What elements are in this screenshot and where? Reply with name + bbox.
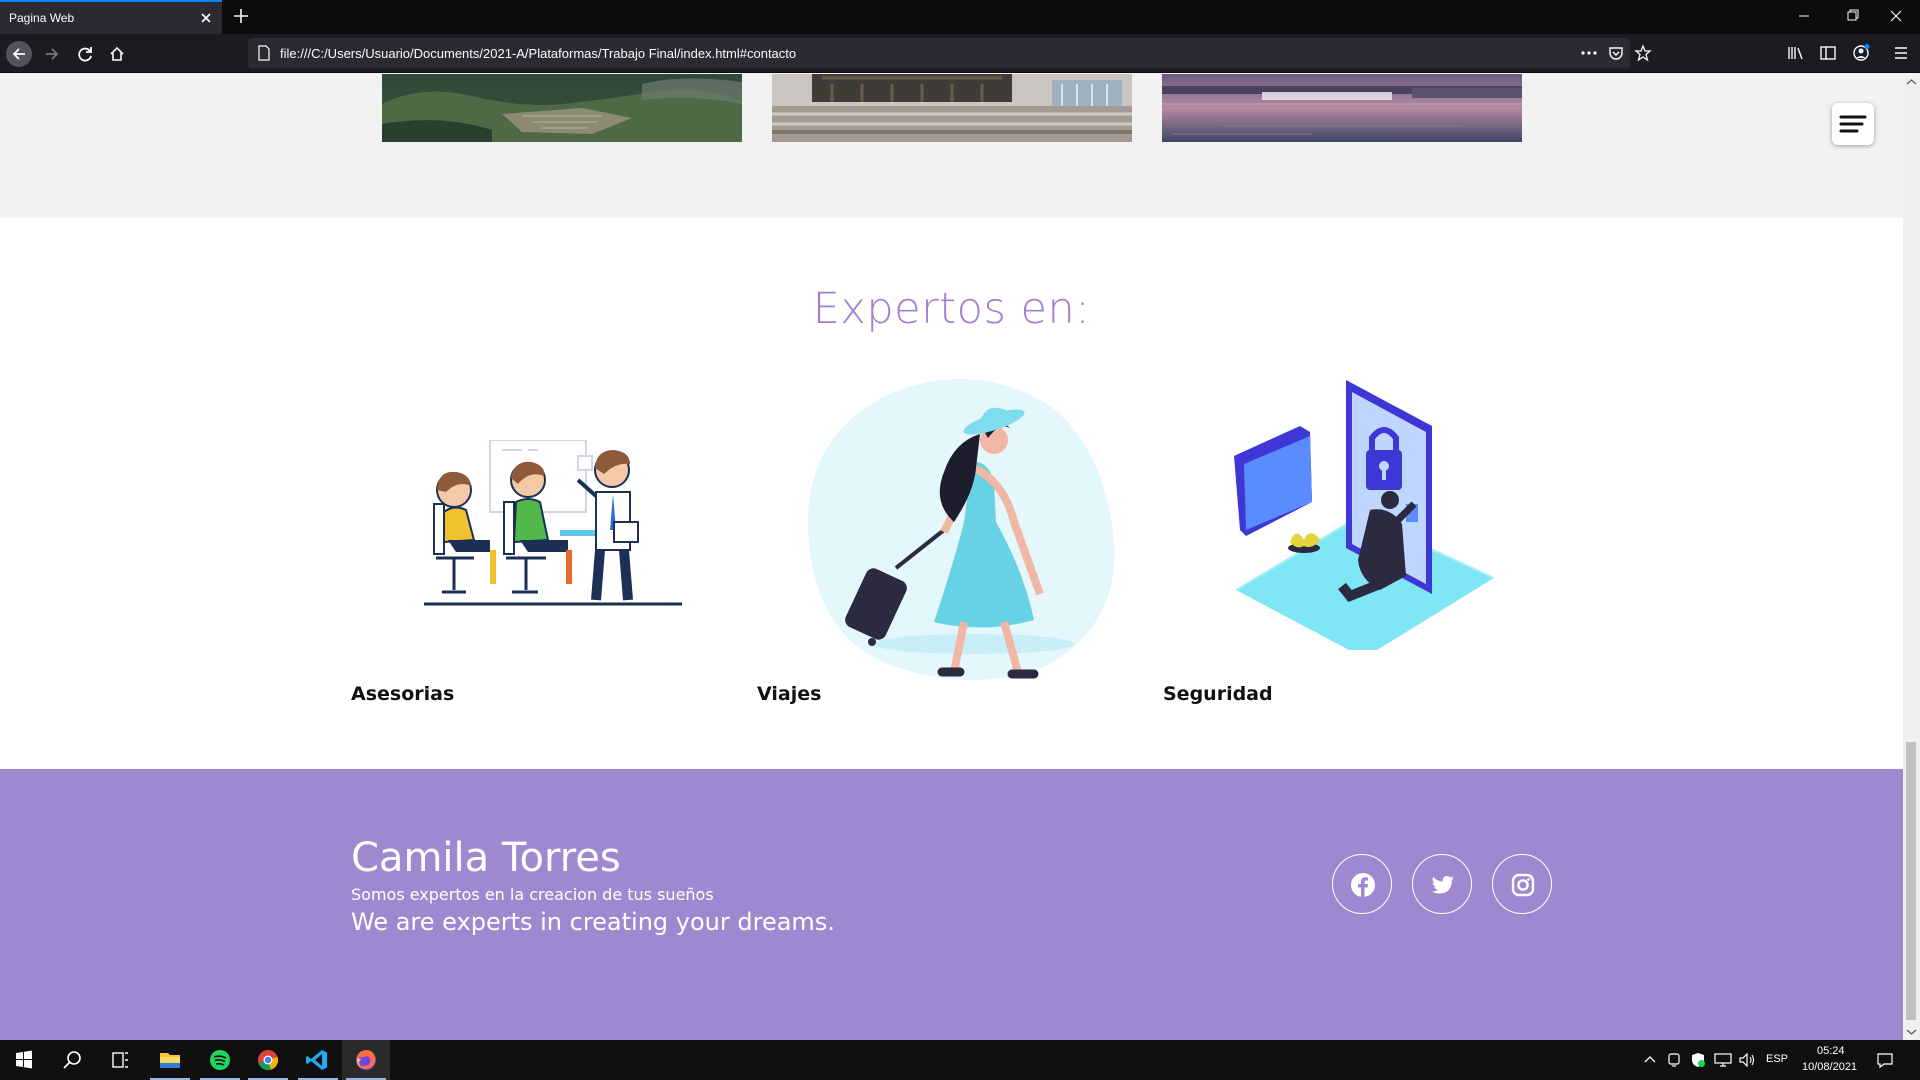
show-hidden-icons[interactable] — [1643, 1053, 1657, 1067]
menu-icon[interactable] — [1893, 45, 1909, 61]
minimize-window-icon[interactable] — [1786, 5, 1822, 27]
firefox-button[interactable] — [342, 1040, 390, 1080]
page-icon — [257, 45, 271, 61]
sidebar-icon[interactable] — [1819, 45, 1837, 61]
device-icon[interactable] — [1667, 1052, 1681, 1068]
instagram-button[interactable] — [1492, 854, 1552, 914]
notifications-icon[interactable] — [1876, 1051, 1894, 1069]
url-text[interactable]: file:///C:/Users/Usuario/Documents/2021-… — [280, 46, 796, 61]
bookmark-star-icon[interactable] — [1634, 44, 1652, 62]
mountain-ruins-photo — [382, 74, 742, 142]
clock-time[interactable]: 05:24 — [1817, 1045, 1845, 1057]
browser-tab[interactable]: Pagina Web — [0, 0, 222, 34]
traveler-illustration — [804, 372, 1118, 684]
footer-tagline-en: We are experts in creating your dreams. — [351, 908, 835, 936]
web-page: Expertos en: Asesorias Viajes Seguridad … — [0, 74, 1903, 1040]
library-icon[interactable] — [1787, 45, 1805, 61]
river-city-photo — [1162, 74, 1522, 142]
page-scrollbar[interactable] — [1903, 74, 1920, 1040]
security-shield-icon[interactable] — [1690, 1052, 1706, 1068]
menu-toggle-button[interactable] — [1832, 103, 1874, 145]
scroll-thumb[interactable] — [1906, 742, 1916, 1020]
destinations-gallery — [0, 74, 1903, 218]
meeting-illustration — [418, 440, 688, 626]
forward-button[interactable] — [39, 41, 65, 67]
address-bar[interactable]: file:///C:/Users/Usuario/Documents/2021-… — [248, 38, 1652, 68]
twitter-button[interactable] — [1412, 854, 1472, 914]
task-view-button[interactable] — [96, 1040, 144, 1080]
close-window-icon[interactable] — [1878, 5, 1914, 27]
navigation-toolbar: file:///C:/Users/Usuario/Documents/2021-… — [0, 34, 1920, 73]
facebook-icon — [1351, 873, 1375, 897]
restore-window-icon[interactable] — [1834, 5, 1870, 27]
pocket-icon[interactable] — [1608, 45, 1624, 61]
footer: Camila Torres Somos expertos en la creac… — [0, 769, 1903, 1040]
service-label-viajes: Viajes — [757, 683, 822, 705]
windows-taskbar: ESP 05:24 10/08/2021 — [0, 1040, 1920, 1080]
reload-button[interactable] — [72, 41, 98, 67]
search-button[interactable] — [48, 1040, 96, 1080]
clock-date[interactable]: 10/08/2021 — [1802, 1061, 1857, 1073]
spotify-button[interactable] — [196, 1040, 244, 1080]
back-button[interactable] — [6, 41, 32, 67]
security-illustration — [1230, 380, 1496, 650]
service-label-asesorias: Asesorias — [351, 683, 455, 705]
tab-bar: Pagina Web — [0, 0, 1920, 34]
footer-name: Camila Torres — [351, 835, 621, 881]
palace-photo — [772, 74, 1132, 142]
file-explorer-button[interactable] — [146, 1040, 194, 1080]
twitter-icon — [1432, 876, 1454, 894]
account-icon[interactable] — [1851, 43, 1871, 63]
input-language[interactable]: ESP — [1766, 1053, 1788, 1065]
network-icon[interactable] — [1714, 1052, 1732, 1068]
instagram-icon — [1511, 873, 1535, 897]
page-actions-icon[interactable] — [1580, 45, 1598, 61]
vscode-button[interactable] — [294, 1040, 342, 1080]
home-button[interactable] — [104, 41, 130, 67]
service-label-seguridad: Seguridad — [1163, 683, 1273, 705]
tab-title: Pagina Web — [9, 11, 75, 25]
start-button[interactable] — [0, 1040, 48, 1080]
scroll-up-icon[interactable] — [1903, 76, 1920, 88]
scroll-down-icon[interactable] — [1903, 1026, 1920, 1038]
close-tab-icon[interactable] — [198, 10, 214, 26]
section-title: Expertos en: — [812, 284, 1091, 334]
new-tab-icon[interactable] — [232, 7, 250, 25]
facebook-button[interactable] — [1332, 854, 1392, 914]
chrome-button[interactable] — [244, 1040, 292, 1080]
footer-tagline-es: Somos expertos en la creacion de tus sue… — [351, 885, 714, 904]
volume-icon[interactable] — [1738, 1052, 1756, 1068]
